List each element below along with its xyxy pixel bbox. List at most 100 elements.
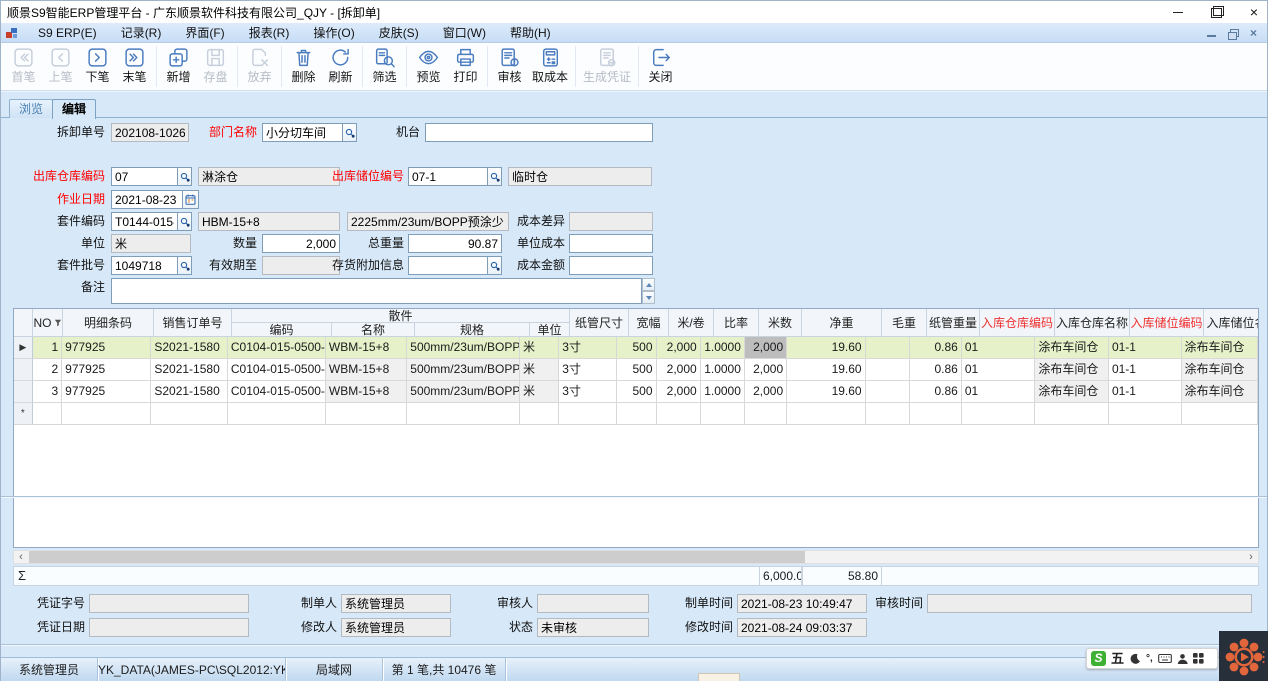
column-header-unit[interactable]: 单位 (530, 323, 570, 337)
grid-cell-in_wh_code[interactable]: 01 (962, 359, 1036, 381)
spin-down-icon[interactable] (642, 291, 655, 304)
grid-cell-net_weight[interactable]: 19.60 (787, 381, 865, 403)
filter-icon[interactable] (54, 319, 62, 327)
scrollbar-thumb[interactable] (29, 551, 805, 563)
mdi-restore-button[interactable] (1227, 28, 1238, 39)
grid-cell-unit[interactable]: 米 (520, 359, 559, 381)
grid-cell-name[interactable]: WBM-15+8 (326, 359, 407, 381)
grid-cell-net_weight[interactable]: 19.60 (787, 359, 865, 381)
user-icon[interactable] (1177, 653, 1188, 665)
toolbar-button-preview[interactable]: 预览 (410, 43, 447, 90)
corner-app-icon[interactable] (1219, 631, 1268, 681)
toolbar-button-filter[interactable]: 筛选 (366, 43, 403, 90)
grid-cell-gross_weight[interactable] (866, 403, 910, 425)
grid-cell-in_wh_name[interactable]: 涂布车间仓 (1035, 337, 1109, 359)
column-header-tube_weight[interactable]: 纸管重量 (927, 309, 980, 337)
grid-cell-sales_order[interactable]: S2021-1580 (151, 381, 228, 403)
grid-cell-net_weight[interactable] (787, 403, 865, 425)
ime-mode-wubi[interactable]: 五 (1111, 651, 1124, 666)
kit-code-field[interactable] (111, 212, 178, 231)
grid-cell-tube_size[interactable]: 3寸 (559, 337, 617, 359)
grid-cell-net_weight[interactable]: 19.60 (787, 337, 865, 359)
unit-cost-field[interactable] (569, 234, 653, 253)
machine-field[interactable] (425, 123, 653, 142)
out-wh-code-lookup-button[interactable] (178, 167, 192, 186)
grid-cell-ratio[interactable] (701, 403, 745, 425)
scroll-left-icon[interactable]: ‹ (14, 551, 28, 563)
grid-cell-m_per_roll[interactable]: 2,000 (657, 337, 701, 359)
work-date-calendar-button[interactable] (183, 190, 199, 209)
punctuation-icon[interactable]: °, (1146, 651, 1153, 666)
grid-cell-gross_weight[interactable] (866, 359, 910, 381)
column-header-m_per_roll[interactable]: 米/卷 (669, 309, 714, 337)
grid-cell-in_loc_code[interactable]: 01-1 (1109, 381, 1182, 403)
grid-cell-tube_size[interactable]: 3寸 (559, 381, 617, 403)
column-header-width[interactable]: 宽幅 (629, 309, 669, 337)
grid-cell-m_per_roll[interactable]: 2,000 (657, 381, 701, 403)
mdi-minimize-button[interactable] (1206, 28, 1217, 39)
scroll-right-icon[interactable]: › (1244, 551, 1258, 563)
grid-cell-width[interactable]: 500 (617, 381, 656, 403)
column-header-ratio[interactable]: 比率 (714, 309, 759, 337)
grid-cell-tube_weight[interactable]: 0.86 (910, 337, 962, 359)
grid-cell-unit[interactable] (520, 403, 559, 425)
grid-cell-m_per_roll[interactable] (657, 403, 701, 425)
grid-cell-ratio[interactable]: 1.0000 (701, 381, 745, 403)
tab-edit[interactable]: 编辑 (52, 99, 96, 119)
grid-cell-ratio[interactable]: 1.0000 (701, 337, 745, 359)
row-indicator[interactable]: ▶ (14, 337, 33, 359)
grid-cell-no[interactable] (33, 403, 63, 425)
toolbar-button-close[interactable]: 关闭 (642, 43, 679, 90)
grid-cell-tube_size[interactable]: 3寸 (559, 359, 617, 381)
column-header-in_loc_code[interactable]: 入库储位编码 (1130, 309, 1204, 337)
toolbar-button-print[interactable]: 打印 (447, 43, 484, 90)
grid-cell-gross_weight[interactable] (866, 337, 910, 359)
toolbar-button-audit[interactable]: 审核 (491, 43, 528, 90)
out-wh-code-field[interactable] (111, 167, 178, 186)
keyboard-icon[interactable] (1158, 653, 1172, 664)
menu-item-4[interactable]: 操作(O) (301, 23, 366, 43)
toolbox-grid-icon[interactable] (1193, 653, 1204, 664)
toolbar-button-delete[interactable]: 删除 (285, 43, 322, 90)
grid-cell-in_loc_code[interactable] (1109, 403, 1182, 425)
menu-item-3[interactable]: 报表(R) (237, 23, 302, 43)
grid-cell-in_loc_name[interactable]: 涂布车间仓 (1182, 381, 1259, 403)
menu-item-1[interactable]: 记录(R) (109, 23, 174, 43)
toolbar-button-next-record[interactable]: 下笔 (79, 43, 116, 90)
column-header-in_wh_code[interactable]: 入库仓库编码 (980, 309, 1055, 337)
grid-cell-in_loc_name[interactable]: 涂布车间仓 (1182, 337, 1259, 359)
column-header-in_loc_name[interactable]: 入库储位名称 (1204, 309, 1259, 337)
column-header-net_weight[interactable]: 净重 (802, 309, 882, 337)
grid-cell-width[interactable] (617, 403, 656, 425)
grid-cell-tube_size[interactable] (559, 403, 617, 425)
cost-amount-field[interactable] (569, 256, 653, 275)
remark-field[interactable] (111, 278, 642, 304)
grid-cell-meters[interactable]: 2,000 (745, 337, 787, 359)
grid-cell-ratio[interactable]: 1.0000 (701, 359, 745, 381)
grid-cell-in_loc_code[interactable]: 01-1 (1109, 337, 1182, 359)
grid-cell-sales_order[interactable]: S2021-1580 (151, 337, 228, 359)
grid-cell-code[interactable]: C0104-015-0500-... (228, 359, 326, 381)
out-loc-code-lookup-button[interactable] (488, 167, 502, 186)
mdi-close-button[interactable]: × (1248, 28, 1259, 39)
column-header-name[interactable]: 名称 (332, 323, 415, 337)
column-header-gross_weight[interactable]: 毛重 (882, 309, 927, 337)
toolbar-button-add[interactable]: 新增 (160, 43, 197, 90)
row-indicator[interactable]: * (14, 403, 33, 425)
grid-cell-m_per_roll[interactable]: 2,000 (657, 359, 701, 381)
menu-item-6[interactable]: 窗口(W) (431, 23, 498, 43)
grid-cell-in_wh_name[interactable]: 涂布车间仓 (1035, 381, 1109, 403)
grid-cell-meters[interactable]: 2,000 (745, 359, 787, 381)
work-date-field[interactable] (111, 190, 183, 209)
toolbar-button-refresh[interactable]: 刷新 (322, 43, 359, 90)
grid-cell-in_loc_name[interactable] (1182, 403, 1259, 425)
toolbar-button-get-cost[interactable]: 取成本 (528, 43, 572, 90)
grid-cell-in_wh_name[interactable] (1035, 403, 1109, 425)
grid-cell-in_wh_code[interactable]: 01 (962, 337, 1036, 359)
column-header-detail_barcode[interactable]: 明细条码 (63, 309, 154, 337)
grid-cell-code[interactable] (228, 403, 326, 425)
restore-button[interactable] (1209, 5, 1223, 19)
menu-item-2[interactable]: 界面(F) (173, 23, 236, 43)
out-loc-code-field[interactable] (408, 167, 488, 186)
grid-cell-detail_barcode[interactable] (62, 403, 151, 425)
